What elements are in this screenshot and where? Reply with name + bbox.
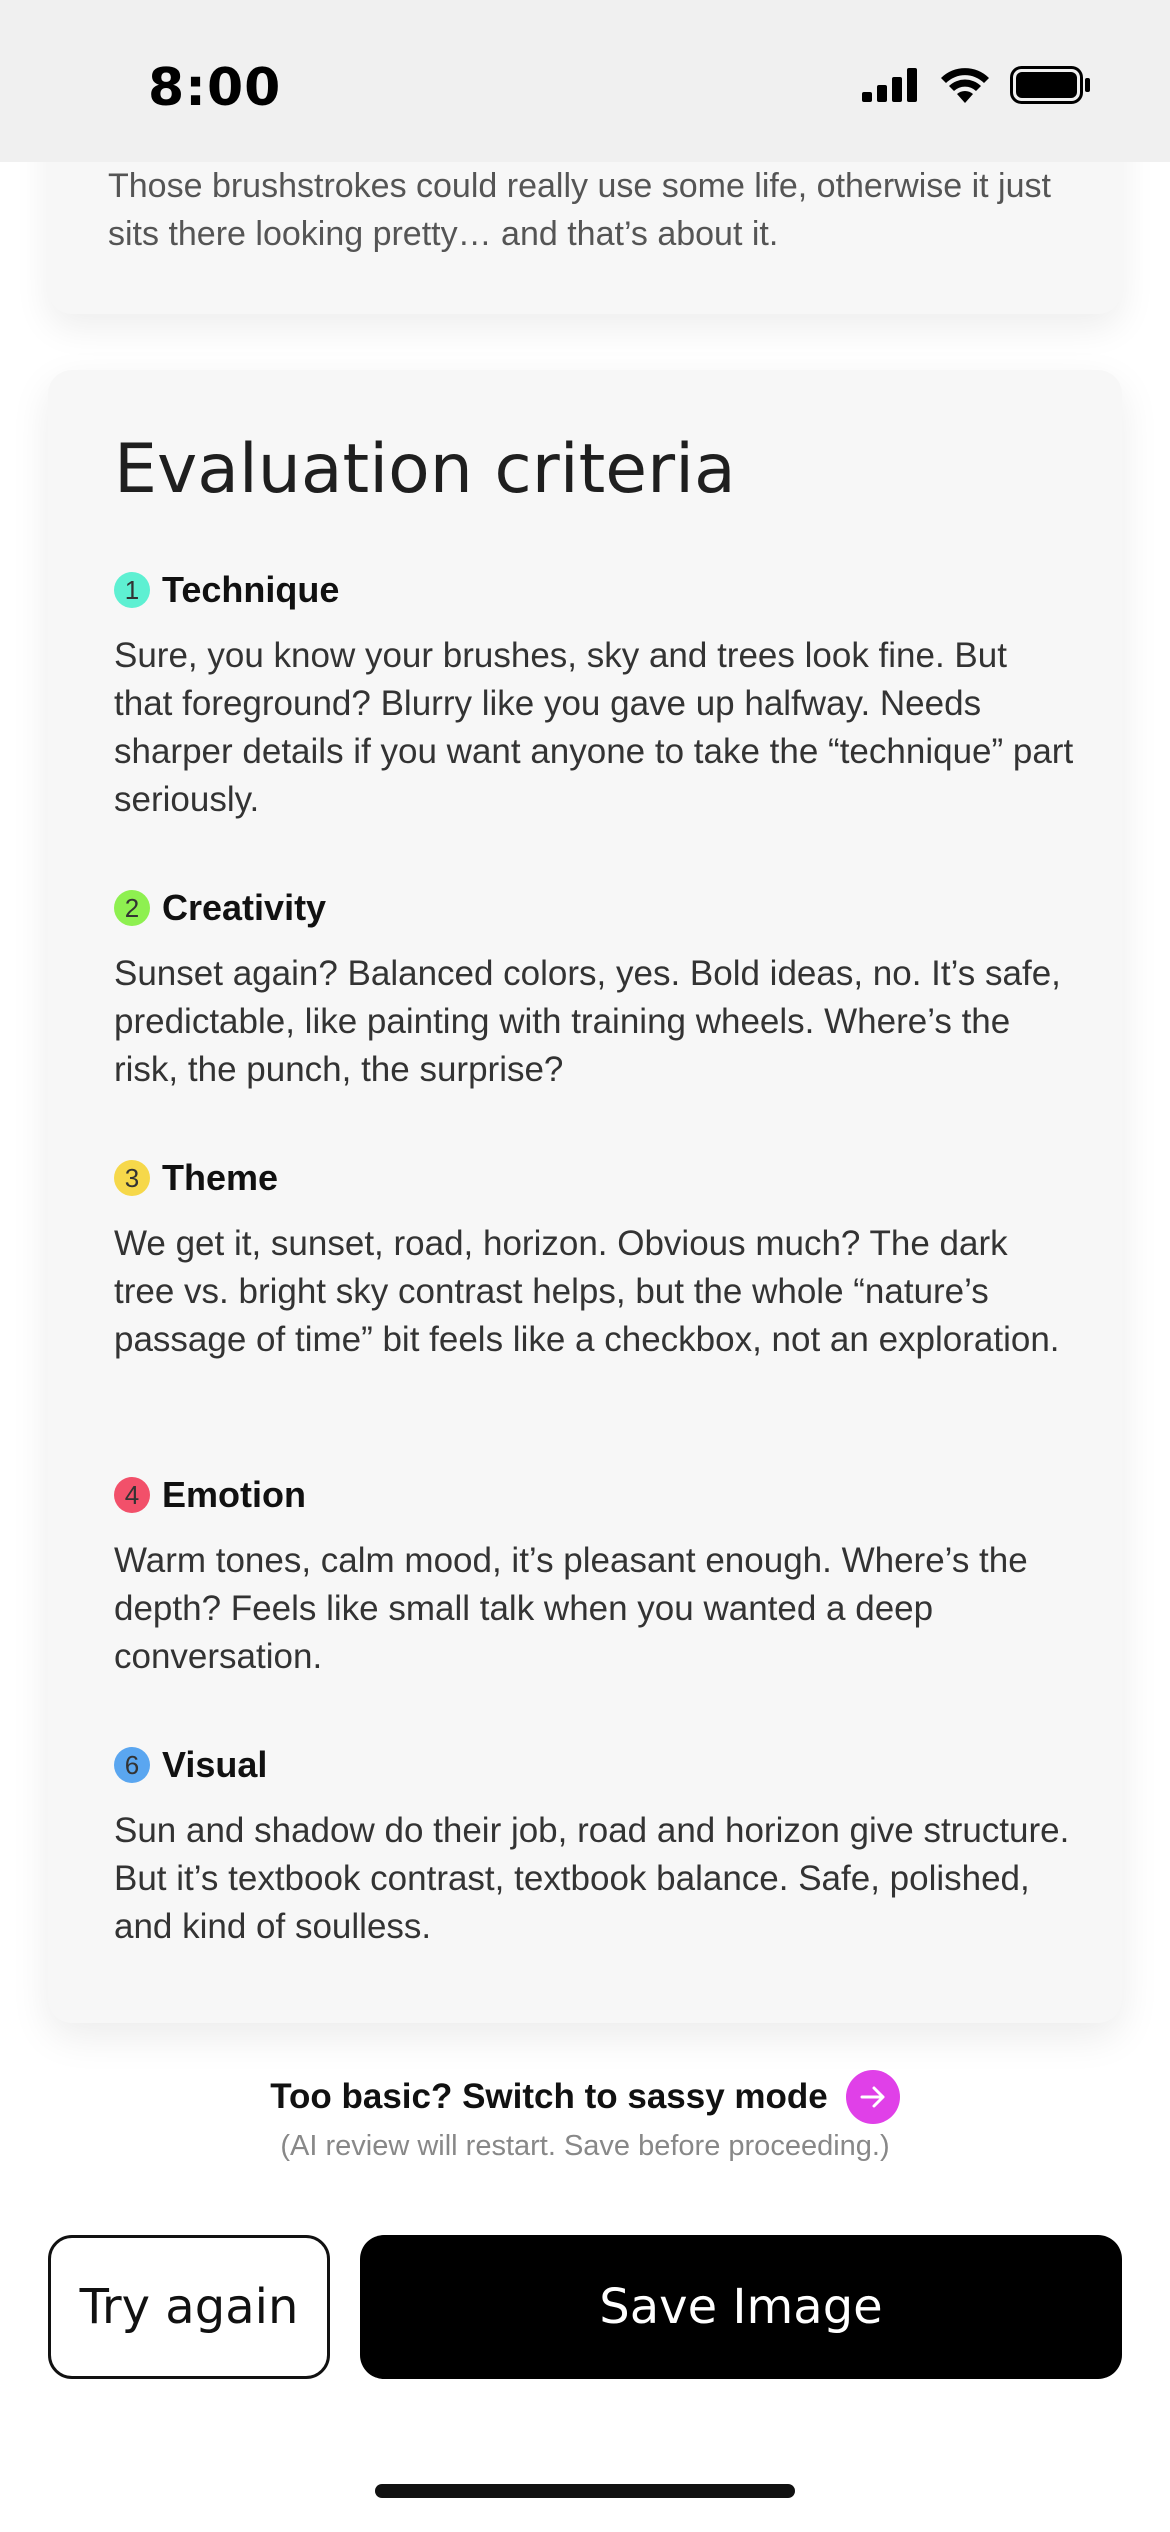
criterion-number-badge: 3: [114, 1160, 150, 1196]
sassy-mode-label[interactable]: Too basic? Switch to sassy mode: [270, 2077, 828, 2117]
cellular-signal-icon: [862, 68, 920, 106]
criterion-text: We get it, sunset, road, horizon. Obviou…: [114, 1224, 1060, 1359]
criterion-header: 4 Emotion: [114, 1471, 1074, 1519]
criterion-number-badge: 6: [114, 1747, 150, 1783]
criterion-text: Sun and shadow do their job, road and ho…: [114, 1811, 1070, 1946]
criterion-technique: 1 Technique Sure, you know your brushes,…: [114, 566, 1074, 824]
screen: 8:00 Those brushstrokes could really use…: [0, 0, 1170, 2532]
criterion-theme: 3 Theme We get it, sunset, road, horizon…: [114, 1154, 1074, 1364]
criterion-name: Emotion: [162, 1474, 306, 1515]
criterion-emotion: 4 Emotion Warm tones, calm mood, it’s pl…: [114, 1471, 1074, 1681]
criterion-header: 1 Technique: [114, 566, 1074, 614]
status-bar: 8:00: [0, 0, 1170, 162]
criterion-number-badge: 1: [114, 572, 150, 608]
status-time: 8:00: [148, 58, 282, 118]
criterion-name: Technique: [162, 569, 340, 610]
arrow-right-icon[interactable]: [845, 2070, 900, 2124]
home-indicator: [375, 2484, 795, 2498]
criterion-header: 6 Visual: [114, 1741, 1074, 1789]
sassy-mode-prompt: Too basic? Switch to sassy mode (AI revi…: [0, 2070, 1170, 2163]
try-again-button[interactable]: Try again: [48, 2235, 330, 2379]
criterion-creativity: 2 Creativity Sunset again? Balanced colo…: [114, 884, 1074, 1094]
criterion-visual: 6 Visual Sun and shadow do their job, ro…: [114, 1741, 1074, 1951]
battery-icon: [1010, 66, 1092, 108]
criterion-text: Sure, you know your brushes, sky and tre…: [114, 636, 1074, 819]
criterion-header: 2 Creativity: [114, 884, 1074, 932]
criterion-name: Visual: [162, 1744, 268, 1785]
criterion-text: Warm tones, calm mood, it’s pleasant eno…: [114, 1541, 1028, 1676]
wifi-icon: [940, 67, 990, 107]
criterion-number-badge: 4: [114, 1477, 150, 1513]
status-icons: [862, 66, 1092, 108]
criterion-header: 3 Theme: [114, 1154, 1074, 1202]
criterion-number-badge: 2: [114, 890, 150, 926]
criterion-name: Creativity: [162, 887, 327, 928]
evaluation-title: Evaluation criteria: [114, 430, 736, 509]
evaluation-card: Evaluation criteria 1 Technique Sure, yo…: [48, 370, 1122, 2023]
criterion-text: Sunset again? Balanced colors, yes. Bold…: [114, 954, 1061, 1089]
sassy-mode-link[interactable]: Too basic? Switch to sassy mode: [270, 2070, 900, 2124]
sassy-mode-note: (AI review will restart. Save before pro…: [280, 2130, 890, 2162]
save-image-button[interactable]: Save Image: [360, 2235, 1122, 2379]
criterion-name: Theme: [162, 1157, 279, 1198]
summary-text: Those brushstrokes could really use some…: [108, 167, 1051, 253]
